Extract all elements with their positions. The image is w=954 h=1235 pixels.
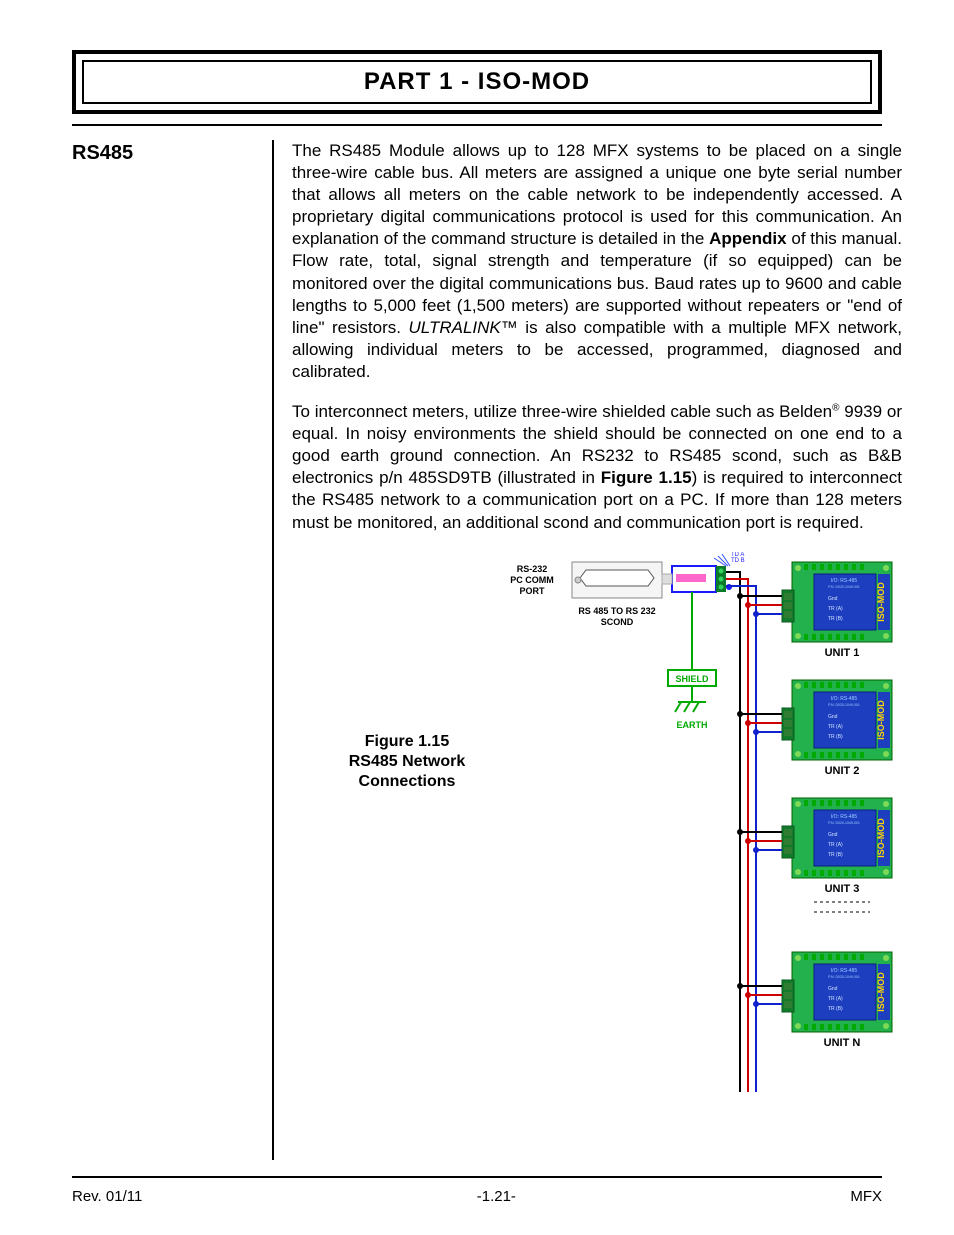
unit-label: UNIT 2 (825, 765, 860, 777)
unit-1 (782, 562, 892, 642)
figure-diagram: I/O: RS-485 P.N. D020-1049-001 Gnd TR (A… (482, 552, 902, 1097)
figure-caption: Figure 1.15 RS485 Network Connections (292, 552, 482, 1097)
footer-center: -1.21- (477, 1188, 516, 1205)
title-outer-border: PART 1 - ISO-MOD (72, 50, 882, 114)
figure-caption-line: Figure 1.15 (332, 732, 482, 752)
db9-connector-icon (572, 562, 669, 598)
shield-label: SHIELD (675, 674, 709, 684)
scond-pinlabel: TD B (731, 558, 745, 564)
page-title: PART 1 - ISO-MOD (82, 60, 872, 104)
rs485-diagram-svg: I/O: RS-485 P.N. D020-1049-001 Gnd TR (A… (482, 552, 902, 1092)
page-footer: Rev. 01/11 -1.21- MFX (72, 1176, 882, 1205)
pc-comm-label: RS-232 (517, 564, 548, 574)
text-bold-figref: Figure 1.15 (601, 468, 692, 487)
body-text: The RS485 Module allows up to 128 MFX sy… (292, 140, 902, 534)
scond-label: SCOND (601, 617, 634, 627)
section-heading: RS485 (72, 142, 272, 165)
text-run: To interconnect meters, utilize three-wi… (292, 402, 832, 421)
margin-column: RS485 (72, 140, 272, 1160)
earth-icon (675, 702, 706, 712)
unit-3 (782, 798, 892, 878)
pc-comm-label: PC COMM (510, 575, 554, 585)
pc-comm-label: PORT (519, 586, 545, 596)
paragraph-1: The RS485 Module allows up to 128 MFX sy… (292, 140, 902, 383)
footer-left: Rev. 01/11 (72, 1188, 142, 1205)
page: PART 1 - ISO-MOD RS485 The RS485 Module … (0, 0, 954, 1235)
figure-area: Figure 1.15 RS485 Network Connections I/… (292, 552, 902, 1097)
scond-converter-icon (672, 566, 732, 592)
footer-right: MFX (850, 1188, 882, 1205)
unit-label: UNIT N (824, 1037, 861, 1049)
divider (72, 124, 882, 126)
figure-caption-line: Connections (332, 772, 482, 792)
unit-label: UNIT 1 (825, 647, 860, 659)
unit-label: UNIT 3 (825, 883, 860, 895)
earth-label: EARTH (677, 720, 708, 730)
unit-n (782, 952, 892, 1032)
unit-2 (782, 680, 892, 760)
continuation-dashes (814, 902, 870, 912)
text-italic-ultralink: ULTRALINK™ (409, 318, 518, 337)
figure-caption-line: RS485 Network (332, 752, 482, 772)
content-columns: RS485 The RS485 Module allows up to 128 … (72, 140, 882, 1160)
scond-label: RS 485 TO RS 232 (578, 606, 655, 616)
paragraph-2: To interconnect meters, utilize three-wi… (292, 401, 902, 534)
text-bold-appendix: Appendix (709, 229, 786, 248)
body-column: The RS485 Module allows up to 128 MFX sy… (272, 140, 902, 1160)
